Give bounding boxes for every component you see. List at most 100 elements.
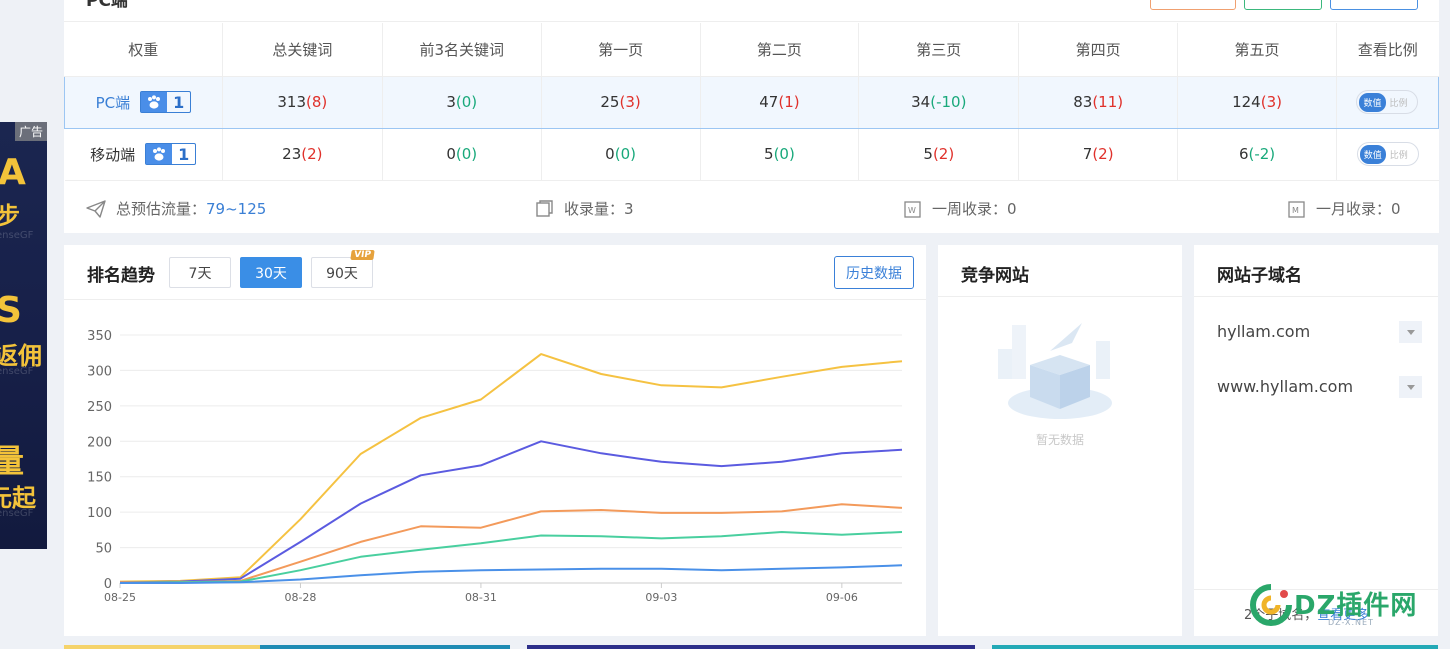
tab-30-days[interactable]: 30天 bbox=[240, 257, 302, 288]
export-button[interactable] bbox=[1150, 0, 1236, 10]
column-header: 查看比例 bbox=[1336, 23, 1439, 77]
subdomain-title: 网站子域名 bbox=[1217, 266, 1302, 286]
cell-delta: (8) bbox=[306, 93, 328, 111]
trend-title: 排名趋势 bbox=[87, 266, 155, 286]
bottom-strip bbox=[64, 645, 260, 649]
baidu-weight-badge: 1 bbox=[140, 91, 192, 113]
cell-delta: (-10) bbox=[930, 93, 967, 111]
ad-text-line: 步 bbox=[0, 202, 20, 230]
table-cell: 5(2) bbox=[858, 128, 1020, 181]
expand-arrow-icon[interactable] bbox=[1399, 321, 1422, 343]
tab-90-days[interactable]: 90天 VIP bbox=[311, 250, 375, 288]
y-tick-label: 200 bbox=[87, 435, 112, 450]
row-label: PC端 bbox=[95, 93, 131, 112]
watermark-text: DZ插件网 bbox=[1294, 591, 1418, 621]
bottom-strip bbox=[527, 645, 975, 649]
cell-value: 23 bbox=[282, 145, 302, 163]
month-indexed-stat: M 一月收录：0 bbox=[1288, 198, 1401, 219]
column-header: 前3名关键词 bbox=[382, 23, 542, 77]
subdomain-item[interactable]: hyllam.com bbox=[1217, 322, 1310, 341]
watermark-logo-icon bbox=[1250, 584, 1292, 626]
table-cell: 47(1) bbox=[700, 75, 860, 129]
table-cell: 0(0) bbox=[541, 128, 701, 181]
stats-row: 总预估流量：79~125 收录量：3 W 一周收录：0 M 一月收录：0 bbox=[64, 182, 1439, 233]
traffic-value: 79~125 bbox=[206, 200, 267, 218]
data-button[interactable] bbox=[1330, 0, 1418, 10]
table-cell: 7(2) bbox=[1018, 128, 1179, 181]
column-header: 第二页 bbox=[700, 23, 860, 77]
row-label-cell: 移动端 1 bbox=[64, 128, 223, 181]
bottom-strip bbox=[992, 645, 1438, 649]
y-tick-label: 250 bbox=[87, 400, 112, 415]
action-button[interactable] bbox=[1244, 0, 1322, 10]
cell-delta: (2) bbox=[932, 145, 955, 163]
ad-ghost-text: enseGF bbox=[0, 230, 34, 241]
competitor-header: 竞争网站 bbox=[938, 245, 1182, 297]
ad-text-line: S bbox=[0, 290, 22, 331]
table-cell: 6(-2) bbox=[1177, 128, 1337, 181]
ad-tag: 广告 bbox=[14, 122, 47, 141]
document-icon bbox=[536, 199, 553, 217]
indexed-stat: 收录量：3 bbox=[536, 198, 634, 219]
column-header: 第三页 bbox=[858, 23, 1020, 77]
x-tick-label: 09-03 bbox=[645, 591, 677, 604]
week-calendar-icon: W bbox=[904, 200, 921, 218]
cell-value: 5 bbox=[764, 145, 774, 163]
tab-7-days[interactable]: 7天 bbox=[169, 257, 231, 288]
competitor-title: 竞争网站 bbox=[961, 266, 1029, 286]
subdomain-item[interactable]: www.hyllam.com bbox=[1217, 377, 1353, 396]
send-icon bbox=[86, 199, 106, 218]
table-cell: 0(0) bbox=[382, 128, 542, 181]
svg-text:M: M bbox=[1292, 206, 1299, 215]
y-tick-label: 300 bbox=[87, 364, 112, 379]
x-tick-label: 09-06 bbox=[826, 591, 858, 604]
y-tick-label: 100 bbox=[87, 506, 112, 521]
ratio-toggle[interactable]: 数值 比例 bbox=[1356, 142, 1419, 166]
column-header: 第五页 bbox=[1177, 23, 1337, 77]
indexed-value: 3 bbox=[624, 200, 634, 218]
ranking-trend-panel: 排名趋势 7天 30天 90天 VIP 历史数据 0 50 100 150 200 250… bbox=[64, 245, 926, 636]
cell-delta: (0) bbox=[614, 145, 636, 163]
cell-value: 0 bbox=[605, 145, 615, 163]
cell-value: 5 bbox=[923, 145, 933, 163]
x-tick-label: 08-25 bbox=[104, 591, 136, 604]
history-data-button[interactable]: 历史数据 bbox=[834, 256, 914, 289]
ratio-toggle[interactable]: 数值 比例 bbox=[1356, 90, 1419, 114]
watermark-subtext: DZ-X.NET bbox=[1328, 618, 1374, 627]
cell-value: 313 bbox=[277, 93, 307, 111]
table-cell: 数值 比例 bbox=[1336, 75, 1440, 129]
y-tick-label: 350 bbox=[87, 329, 112, 344]
traffic-label: 总预估流量： bbox=[116, 200, 207, 218]
indexed-label: 收录量： bbox=[564, 200, 625, 218]
trend-header: 排名趋势 7天 30天 90天 VIP 历史数据 bbox=[64, 245, 926, 300]
week-label: 一周收录： bbox=[932, 200, 1008, 218]
x-tick-label: 08-28 bbox=[284, 591, 316, 604]
table-row-pc[interactable]: PC端 1 313(8) 3(0) 25(3) 47(1) 34(-10) 83… bbox=[64, 75, 1440, 129]
bottom-strip bbox=[260, 645, 510, 649]
column-header: 第四页 bbox=[1018, 23, 1179, 77]
y-tick-label: 0 bbox=[104, 577, 112, 592]
x-tick-label: 08-31 bbox=[465, 591, 497, 604]
cell-value: 25 bbox=[600, 93, 620, 111]
traffic-stat: 总预估流量：79~125 bbox=[86, 198, 266, 219]
cell-delta: (3) bbox=[1260, 93, 1282, 111]
expand-arrow-icon[interactable] bbox=[1399, 376, 1422, 398]
cell-delta: (0) bbox=[455, 93, 478, 111]
table-row-mobile[interactable]: 移动端 1 23(2) 0(0) 0(0) 5(0) 5(2) 7(2) 6(-… bbox=[64, 128, 1439, 181]
cell-value: 3 bbox=[446, 93, 456, 111]
empty-box-illustration bbox=[998, 323, 1112, 419]
baidu-paw-icon bbox=[141, 92, 168, 112]
tab-90-label: 90天 bbox=[326, 265, 358, 282]
panel-header-strip: PC端 bbox=[64, 0, 1439, 22]
svg-text:W: W bbox=[908, 206, 916, 215]
month-calendar-icon: M bbox=[1288, 200, 1305, 218]
ranking-trend-chart: 0 50 100 150 200 250 300 350 08-25 08-28 08-31 09-0… bbox=[87, 329, 903, 604]
side-advertisement[interactable]: 广告 A 步 enseGF S 返佣 enseGF 量 元起 enseGF bbox=[0, 122, 47, 549]
row-label-cell: PC端 1 bbox=[64, 75, 223, 129]
table-cell: 25(3) bbox=[541, 75, 701, 129]
table-cell: 124(3) bbox=[1177, 75, 1337, 129]
table-cell: 5(0) bbox=[700, 128, 860, 181]
baidu-paw-icon bbox=[146, 144, 173, 164]
panel-title: PC端 bbox=[86, 0, 128, 11]
month-label: 一月收录： bbox=[1316, 200, 1392, 218]
